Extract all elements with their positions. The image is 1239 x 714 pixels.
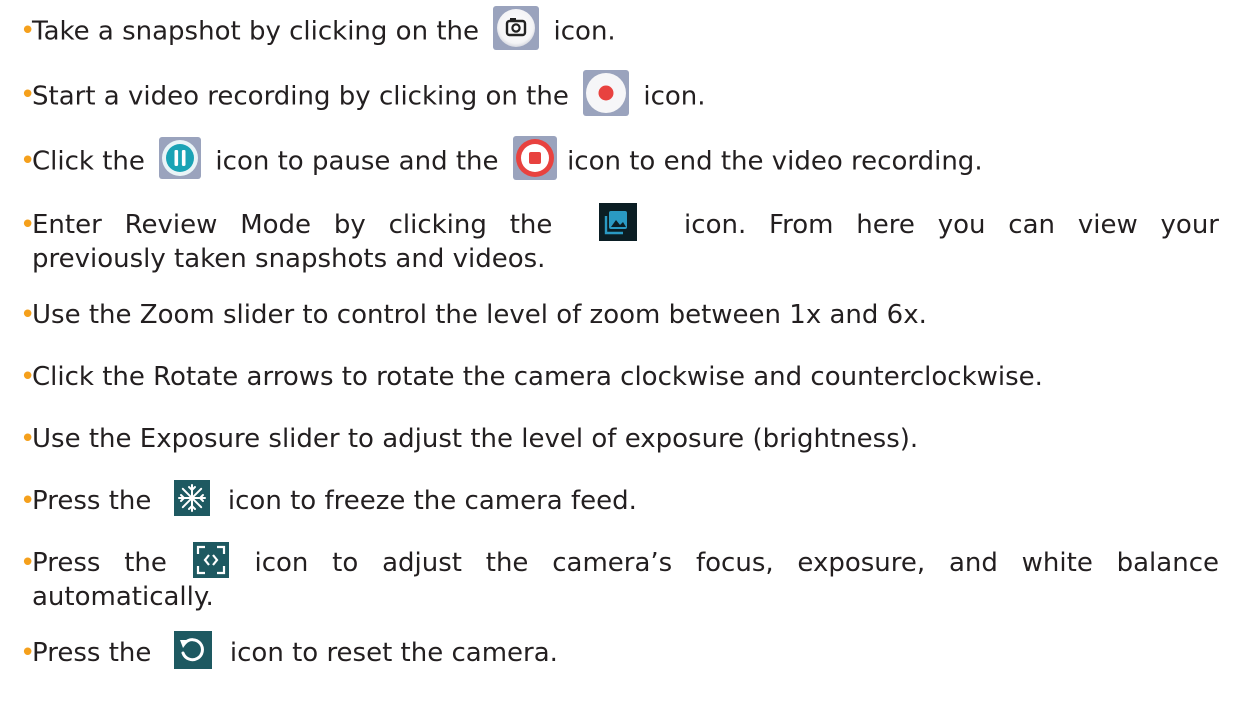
item-text: Press the xyxy=(32,486,152,516)
record-icon xyxy=(583,70,630,116)
item-text-after: icon. xyxy=(643,81,706,112)
list-item: • Click the Rotate arrows to rotate the … xyxy=(20,360,1219,394)
item-text: Enter Review Mode by clicking the xyxy=(32,210,553,240)
list-item: • Press the icon to freeze the camera fe… xyxy=(20,479,1219,518)
list-item: • Take a snapshot by clicking on the ico… xyxy=(20,6,1219,50)
bullet-dot: • xyxy=(20,210,36,240)
item-text-after: icon to adjust the camera’s focus, expos… xyxy=(254,548,1219,578)
bullet-dot: • xyxy=(20,16,36,46)
bullet-dot: • xyxy=(20,362,36,392)
item-line-2: previously taken snapshots and videos. xyxy=(32,244,546,274)
bullet-dot: • xyxy=(20,80,36,110)
instruction-list: • Take a snapshot by clicking on the ico… xyxy=(20,6,1219,670)
list-item: • Use the Zoom slider to control the lev… xyxy=(20,298,1219,332)
item-text: Press the xyxy=(32,548,167,578)
item-text: Use the Exposure slider to adjust the le… xyxy=(32,424,919,454)
auto-focus-icon xyxy=(192,541,229,578)
pause-icon xyxy=(159,137,202,179)
item-text-middle: icon to pause and the xyxy=(215,146,499,177)
item-text: Take a snapshot by clicking on the xyxy=(32,16,479,47)
gallery-icon xyxy=(599,202,638,241)
item-text-after: icon to end the video recording. xyxy=(567,146,983,177)
snowflake-icon xyxy=(173,479,210,516)
stop-icon xyxy=(512,136,557,180)
list-item: • Use the Exposure slider to adjust the … xyxy=(20,422,1219,456)
list-item: • Enter Review Mode by clicking the icon… xyxy=(20,202,1219,276)
bullet-dot: • xyxy=(20,146,36,176)
item-text: Click the Rotate arrows to rotate the ca… xyxy=(32,362,1043,392)
bullet-dot: • xyxy=(20,638,36,668)
item-text-after: icon. xyxy=(553,16,616,47)
item-text: Click the xyxy=(32,146,145,177)
reset-icon xyxy=(173,630,212,669)
item-text-after: icon to reset the camera. xyxy=(229,638,558,668)
item-line-2: automatically. xyxy=(32,582,214,612)
item-text-after: icon. From here you can view your xyxy=(684,210,1219,240)
instructions-page: • Take a snapshot by clicking on the ico… xyxy=(0,0,1239,714)
item-text: Use the Zoom slider to control the level… xyxy=(32,300,927,330)
list-item: • Press the icon to reset the camera. xyxy=(20,630,1219,670)
bullet-dot: • xyxy=(20,424,36,454)
bullet-dot: • xyxy=(20,300,36,330)
camera-icon xyxy=(493,6,540,50)
list-item: • Press the icon to adjust the camera’s … xyxy=(20,541,1219,614)
list-item: • Start a video recording by clicking on… xyxy=(20,70,1219,116)
list-item: • Click the icon to pause and the icon t… xyxy=(20,136,1219,180)
item-line-1: Press the icon to adjust the camera’s fo… xyxy=(32,541,1219,580)
item-text: Press the xyxy=(32,638,152,668)
item-text: Start a video recording by clicking on t… xyxy=(32,81,569,112)
bullet-dot: • xyxy=(20,486,36,516)
item-line-1: Enter Review Mode by clicking the icon. … xyxy=(32,202,1219,242)
bullet-dot: • xyxy=(20,548,36,578)
item-text-after: icon to freeze the camera feed. xyxy=(227,486,637,516)
